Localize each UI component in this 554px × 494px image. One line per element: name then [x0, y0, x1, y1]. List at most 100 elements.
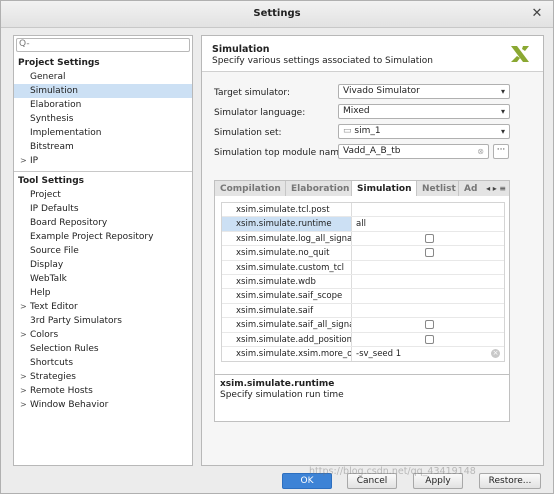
sidebar-item-label: Simulation — [30, 86, 78, 96]
property-name: xsim.simulate.saif — [222, 303, 352, 318]
table-row[interactable]: xsim.simulate.log_all_signals — [222, 231, 504, 247]
window-title: Settings — [253, 8, 301, 19]
project-settings-heading: Project Settings — [18, 58, 100, 68]
table-row[interactable]: xsim.simulate.runtime all — [222, 217, 504, 232]
sidebar-item-label: Display — [30, 260, 64, 270]
clear-icon[interactable]: ⊗ — [477, 145, 484, 158]
sidebar-item-example-project-repository[interactable]: Example Project Repository — [14, 230, 192, 244]
target-simulator-select[interactable]: Vivado Simulator ▾ — [338, 84, 510, 99]
sidebar-item-synthesis[interactable]: Synthesis — [14, 112, 192, 126]
simulator-language-label: Simulator language: — [214, 108, 306, 118]
sidebar-item-label: Strategies — [30, 372, 76, 382]
sidebar-item-colors[interactable]: > Colors — [14, 328, 192, 342]
sidebar-item-label: Help — [30, 288, 51, 298]
watermark: https://blog.csdn.net/qq_43419148 — [309, 466, 476, 477]
sidebar-item-label: Project — [30, 190, 61, 200]
folder-icon: ▭ — [343, 126, 355, 136]
sidebar-item-webtalk[interactable]: WebTalk — [14, 272, 192, 286]
sidebar-item-general[interactable]: General — [14, 70, 192, 84]
sidebar-item-window-behavior[interactable]: > Window Behavior — [14, 398, 192, 412]
table-row[interactable]: xsim.simulate.wdb — [222, 274, 504, 290]
simulator-language-value: Mixed — [343, 106, 370, 116]
table-row[interactable]: xsim.simulate.custom_tcl — [222, 260, 504, 275]
tab-elaboration[interactable]: Elaboration — [286, 181, 352, 197]
sidebar-item-strategies[interactable]: > Strategies — [14, 370, 192, 384]
chevron-right-icon[interactable]: > — [20, 370, 27, 384]
panel-title: Simulation — [212, 44, 270, 55]
sidebar-item-elaboration[interactable]: Elaboration — [14, 98, 192, 112]
sidebar-item-ip[interactable]: > IP — [14, 154, 192, 168]
simulation-set-label: Simulation set: — [214, 128, 282, 138]
table-row[interactable]: xsim.simulate.xsim.more_o... -sv_seed 1 × — [222, 346, 504, 362]
tab-compilation[interactable]: Compilation — [215, 181, 286, 197]
sidebar-item-display[interactable]: Display — [14, 258, 192, 272]
restore-button[interactable]: Restore... — [479, 473, 541, 489]
search-input[interactable]: Q- — [16, 38, 190, 52]
browse-button[interactable]: ··· — [493, 144, 509, 159]
simulator-language-select[interactable]: Mixed ▾ — [338, 104, 510, 119]
tool-settings-heading: Tool Settings — [18, 176, 85, 186]
property-checkbox[interactable] — [425, 334, 434, 344]
sidebar-item-help[interactable]: Help — [14, 286, 192, 300]
target-simulator-label: Target simulator: — [214, 88, 290, 98]
property-name: xsim.simulate.xsim.more_o... — [222, 346, 352, 362]
property-name: xsim.simulate.saif_all_signals — [222, 318, 352, 332]
chevron-right-icon[interactable]: > — [20, 398, 27, 412]
sidebar-item-label: IP Defaults — [30, 204, 79, 214]
sidebar-item-label: Remote Hosts — [30, 386, 93, 396]
property-value[interactable]: -sv_seed 1 — [356, 347, 401, 361]
chevron-right-icon[interactable]: > — [20, 154, 27, 168]
table-row[interactable]: xsim.simulate.add_positional — [222, 332, 504, 347]
table-row[interactable]: xsim.simulate.saif — [222, 303, 504, 319]
sidebar-item-selection-rules[interactable]: Selection Rules — [14, 342, 192, 356]
sidebar-item-label: WebTalk — [30, 274, 67, 284]
description-text: Specify simulation run time — [220, 390, 344, 400]
title-bar: Settings ✕ — [1, 1, 553, 28]
section-divider — [14, 171, 192, 172]
top-module-input[interactable]: Vadd_A_B_tb ⊗ — [338, 144, 489, 159]
clear-icon[interactable]: × — [491, 348, 500, 358]
property-name: xsim.simulate.no_quit — [222, 246, 352, 260]
sidebar-item-remote-hosts[interactable]: > Remote Hosts — [14, 384, 192, 398]
property-description: xsim.simulate.runtime Specify simulation… — [214, 374, 510, 422]
property-value[interactable]: all — [356, 217, 366, 231]
table-row[interactable]: xsim.simulate.saif_all_signals — [222, 318, 504, 333]
sidebar-item-label: Source File — [30, 246, 79, 256]
sidebar-item-text-editor[interactable]: > Text Editor — [14, 300, 192, 314]
property-table: xsim.simulate.tcl.post xsim.simulate.runt… — [221, 202, 505, 363]
sidebar-item-bitstream[interactable]: Bitstream — [14, 140, 192, 154]
sidebar-item-label: Selection Rules — [30, 344, 99, 354]
property-name: xsim.simulate.runtime — [222, 217, 352, 231]
panel-subtitle: Specify various settings associated to S… — [212, 56, 434, 66]
property-name: xsim.simulate.saif_scope — [222, 289, 352, 303]
simulation-set-select[interactable]: ▭ sim_1 ▾ — [338, 124, 510, 139]
settings-dialog: Settings ✕ Q- Project Settings General Si… — [0, 0, 554, 494]
sidebar-item-implementation[interactable]: Implementation — [14, 126, 192, 140]
sidebar-item-board-repository[interactable]: Board Repository — [14, 216, 192, 230]
property-checkbox[interactable] — [425, 233, 434, 243]
sidebar-item-source-file[interactable]: Source File — [14, 244, 192, 258]
table-row[interactable]: xsim.simulate.saif_scope — [222, 289, 504, 304]
description-title: xsim.simulate.runtime — [220, 379, 335, 389]
table-row[interactable]: xsim.simulate.no_quit — [222, 246, 504, 261]
sidebar-item-3rd-party-simulators[interactable]: 3rd Party Simulators — [14, 314, 192, 328]
sidebar-item-label: Colors — [30, 330, 59, 340]
chevron-right-icon[interactable]: > — [20, 300, 27, 314]
tab-netlist[interactable]: Netlist — [417, 181, 459, 197]
sidebar-item-project[interactable]: Project — [14, 188, 192, 202]
chevron-right-icon[interactable]: > — [20, 328, 27, 342]
table-row[interactable]: xsim.simulate.tcl.post — [222, 203, 504, 218]
property-checkbox[interactable] — [425, 248, 434, 258]
tab-advanced[interactable]: Ad — [459, 181, 479, 197]
tab-scroll-controls[interactable]: ◂ ▸ ≡ — [486, 181, 506, 197]
sidebar-item-shortcuts[interactable]: Shortcuts — [14, 356, 192, 370]
close-icon[interactable]: ✕ — [529, 6, 545, 22]
sidebar-item-label: Window Behavior — [30, 400, 109, 410]
tab-bar: Compilation Elaboration Simulation Netli… — [214, 180, 510, 198]
property-checkbox[interactable] — [425, 320, 434, 330]
sidebar-item-simulation[interactable]: Simulation — [14, 84, 192, 98]
chevron-right-icon[interactable]: > — [20, 384, 27, 398]
chevron-down-icon: ▾ — [500, 87, 505, 96]
sidebar-item-ip-defaults[interactable]: IP Defaults — [14, 202, 192, 216]
settings-navigation: Q- Project Settings General Simulation Ela… — [13, 35, 193, 466]
